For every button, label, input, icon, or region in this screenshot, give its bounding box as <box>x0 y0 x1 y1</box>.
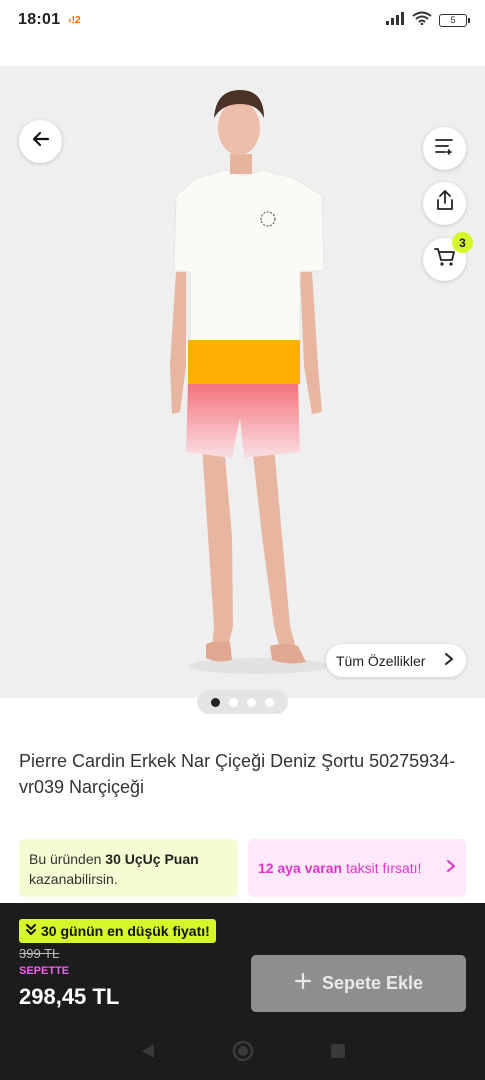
installment-text: 12 aya varan taksit fırsatı! <box>258 858 421 878</box>
circle-home-icon <box>231 1039 255 1068</box>
nav-recents-button[interactable] <box>318 1033 358 1073</box>
purchase-bar: 30 günün en düşük fiyatı! 399 TL SEPETTE… <box>0 903 485 1026</box>
lowest-price-text: 30 günün en düşük fiyatı! <box>41 923 210 939</box>
plus-icon <box>294 972 312 995</box>
chevron-right-icon <box>446 858 456 878</box>
system-nav-bar <box>0 1026 485 1080</box>
all-features-label: Tüm Özellikler <box>336 652 426 669</box>
product-title: Pierre Cardin Erkek Nar Çiçeği Deniz Şor… <box>19 751 456 797</box>
back-arrow-icon <box>32 130 50 153</box>
page-dot[interactable] <box>265 697 274 707</box>
installment-rest: taksit fırsatı! <box>345 860 422 876</box>
triangle-back-icon <box>139 1042 157 1065</box>
chevron-right-icon <box>444 652 454 669</box>
square-recents-icon <box>329 1042 347 1065</box>
wifi-icon <box>412 11 432 30</box>
gallery-page-indicator <box>197 690 288 714</box>
cart-button[interactable]: 3 <box>423 232 473 281</box>
current-price: 298,45 TL <box>19 984 120 1009</box>
signal-icon <box>385 11 405 30</box>
cart-icon <box>433 247 456 272</box>
all-features-button[interactable]: Tüm Özellikler <box>326 644 466 677</box>
status-bar: 18:01 ‹!2 5 <box>0 0 485 40</box>
page-dot[interactable] <box>247 697 256 707</box>
old-price: 399 TL <box>19 946 60 961</box>
filter-list-icon <box>434 137 455 160</box>
add-to-cart-button[interactable]: Sepete Ekle <box>251 955 466 1012</box>
double-chevron-down-icon <box>25 923 37 940</box>
filter-list-button[interactable] <box>423 127 466 170</box>
status-icons: 5 <box>385 11 470 30</box>
points-suffix: kazanabilirsin. <box>29 871 118 887</box>
installment-highlight: 12 aya varan <box>258 860 343 876</box>
in-cart-label: SEPETTE <box>19 965 70 977</box>
share-button[interactable] <box>423 182 466 225</box>
nav-home-button[interactable] <box>223 1033 263 1073</box>
page-dot[interactable] <box>211 697 220 707</box>
status-time: 18:01 <box>18 11 61 28</box>
add-to-cart-label: Sepete Ekle <box>321 973 424 993</box>
product-photo <box>170 90 328 674</box>
nav-back-button[interactable] <box>128 1033 168 1073</box>
battery-icon: 5 <box>439 13 470 27</box>
points-info-card: Bu üründen 30 UçUç Puan kazanabilirsin. <box>19 839 238 897</box>
product-image-gallery[interactable]: 3 <box>0 66 485 698</box>
cart-count-badge: 3 <box>452 232 473 253</box>
points-amount: 30 UçUç Puan <box>105 851 199 867</box>
points-prefix: Bu üründen <box>29 851 102 867</box>
app-notification-badge: ‹!2 <box>68 14 81 26</box>
back-button[interactable] <box>19 120 62 163</box>
installment-offer-card[interactable]: 12 aya varan taksit fırsatı! <box>248 839 466 897</box>
page-dot[interactable] <box>229 697 238 707</box>
lowest-price-badge: 30 günün en düşük fiyatı! <box>19 919 216 943</box>
share-icon <box>435 190 455 217</box>
